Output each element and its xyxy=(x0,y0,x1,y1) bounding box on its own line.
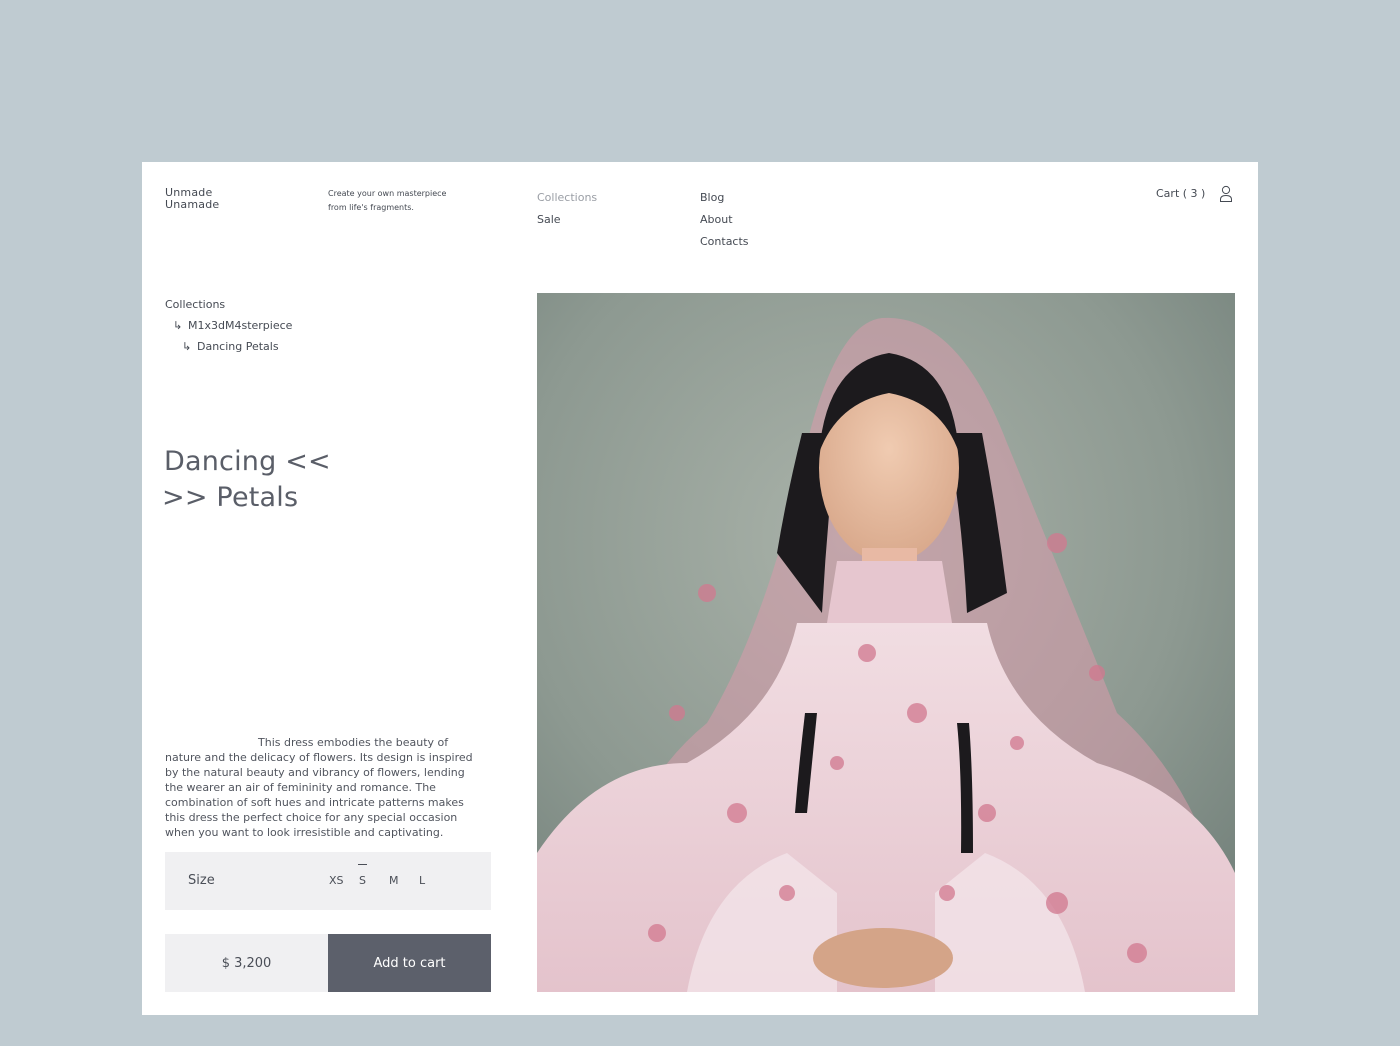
size-selector: Size XS S M L xyxy=(165,852,491,910)
nav-link-contacts[interactable]: Contacts xyxy=(700,231,749,253)
brand-logo[interactable]: Unmade Unamade xyxy=(165,187,219,211)
size-options: XS S M L xyxy=(329,864,449,887)
nav-link-sale[interactable]: Sale xyxy=(537,209,597,231)
product-title-line-2: >> Petals xyxy=(162,482,299,513)
brand-line-2: Unamade xyxy=(165,198,220,211)
nav-link-collections[interactable]: Collections xyxy=(537,187,597,209)
nav-link-blog[interactable]: Blog xyxy=(700,187,749,209)
size-option-s[interactable]: S xyxy=(358,864,389,887)
size-label: Size xyxy=(188,873,215,888)
product-price: $ 3,200 xyxy=(165,934,328,992)
breadcrumb: Collections ↳ M1x3dM4sterpiece ↳ Dancing P… xyxy=(165,294,292,357)
breadcrumb-collection-item[interactable]: ↳ M1x3dM4sterpiece xyxy=(165,315,292,336)
tagline: Create your own masterpiece from life's … xyxy=(328,187,446,215)
size-option-l[interactable]: L xyxy=(419,874,449,887)
product-photo xyxy=(537,293,1235,992)
product-title: Dancing << >> Petals xyxy=(162,444,331,516)
tagline-line-1: Create your own masterpiece xyxy=(328,189,447,198)
product-description: This dress embodies the beauty of nature… xyxy=(165,736,473,839)
tagline-line-2: from life's fragments. xyxy=(328,203,414,212)
nav-column-secondary: Blog About Contacts xyxy=(700,187,749,253)
size-option-xs[interactable]: XS xyxy=(329,874,359,887)
product-photo-graphic xyxy=(537,293,1235,992)
breadcrumb-collection-label: M1x3dM4sterpiece xyxy=(188,319,293,332)
breadcrumb-collections-label: Collections xyxy=(165,298,226,311)
add-to-cart-button[interactable]: Add to cart xyxy=(328,934,491,992)
nav-column-primary: Collections Sale xyxy=(537,187,597,231)
return-arrow-icon: ↳ xyxy=(182,340,192,353)
return-arrow-icon: ↳ xyxy=(173,319,183,332)
nav-link-about[interactable]: About xyxy=(700,209,749,231)
cart-link[interactable]: Cart ( 3 ) xyxy=(1156,187,1205,201)
user-icon-graphic xyxy=(1220,185,1232,202)
breadcrumb-collections[interactable]: Collections xyxy=(165,294,292,315)
product-page-card: Unmade Unamade Create your own masterpie… xyxy=(142,162,1258,1015)
product-title-line-1: Dancing << xyxy=(164,446,331,477)
breadcrumb-product-label: Dancing Petals xyxy=(197,340,279,353)
size-option-m[interactable]: M xyxy=(389,874,419,887)
breadcrumb-product[interactable]: ↳ Dancing Petals xyxy=(165,336,292,357)
user-icon[interactable] xyxy=(1219,185,1233,203)
